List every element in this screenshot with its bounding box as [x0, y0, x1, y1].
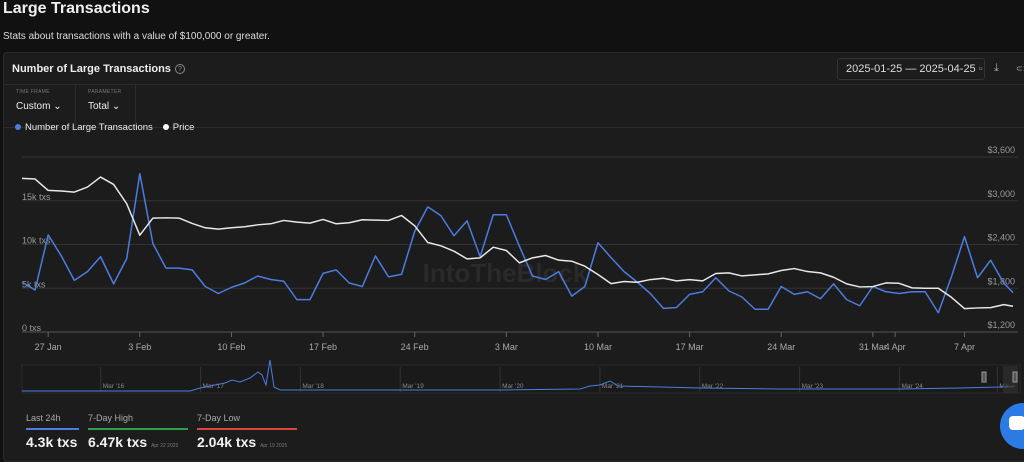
navigator-label: Mar '16	[103, 383, 125, 390]
navigator-label: Mar '18	[302, 383, 324, 390]
x-tick-label: 10 Feb	[217, 342, 245, 352]
x-tick-label: 10 Mar	[584, 342, 612, 352]
y-right-tick-label: $1,200	[987, 320, 1015, 330]
y-right-tick-label: $3,000	[987, 189, 1015, 199]
navigator-label: Mar '22	[702, 383, 724, 390]
stat-label: Last 24h	[26, 413, 79, 423]
line-chart: $1,200$1,800$2,400$3,000$3,6000 txs5k tx…	[0, 0, 1024, 454]
x-tick-label: 4 Apr	[885, 342, 906, 352]
x-tick-label: 17 Mar	[676, 342, 704, 352]
stat-color-bar	[88, 428, 188, 430]
stat-label: 7-Day High	[88, 413, 188, 423]
x-tick-label: 31 Mar	[859, 342, 887, 352]
y-left-tick-label: 0 txs	[22, 323, 42, 333]
stat-date: Apr 19 2025	[260, 443, 287, 449]
stat-date: Apr 22 2025	[151, 443, 178, 449]
stat-7day-low: 7-Day Low 2.04k txs Apr 19 2025	[197, 413, 297, 450]
x-tick-label: 24 Feb	[401, 342, 429, 352]
stat-7day-high: 7-Day High 6.47k txs Apr 22 2025	[88, 413, 188, 450]
series-line-transactions	[22, 174, 1013, 313]
navigator-label: Mar '20	[502, 383, 524, 390]
x-tick-label: 27 Jan	[35, 342, 62, 352]
stat-value: 6.47k txs	[88, 434, 147, 450]
y-right-tick-label: $3,600	[987, 145, 1015, 155]
stat-value: 4.3k txs	[26, 434, 77, 450]
stat-last-24h: Last 24h 4.3k txs	[26, 413, 79, 450]
x-tick-label: 3 Mar	[495, 342, 518, 352]
y-left-tick-label: 15k txs	[22, 192, 51, 202]
x-tick-label: 24 Mar	[767, 342, 795, 352]
x-tick-label: 17 Feb	[309, 342, 337, 352]
x-tick-label: 7 Apr	[954, 342, 975, 352]
navigator-label: Mar '19	[402, 383, 424, 390]
stat-value: 2.04k txs	[197, 434, 256, 450]
navigator-handle-left	[982, 372, 986, 382]
y-right-tick-label: $2,400	[987, 233, 1015, 243]
watermark: IntoTheBlock	[423, 258, 588, 288]
navigator-handle-right	[1013, 372, 1017, 382]
stat-color-bar	[197, 428, 297, 430]
stat-label: 7-Day Low	[197, 413, 297, 423]
stat-color-bar	[26, 428, 79, 430]
x-tick-label: 3 Feb	[128, 342, 151, 352]
